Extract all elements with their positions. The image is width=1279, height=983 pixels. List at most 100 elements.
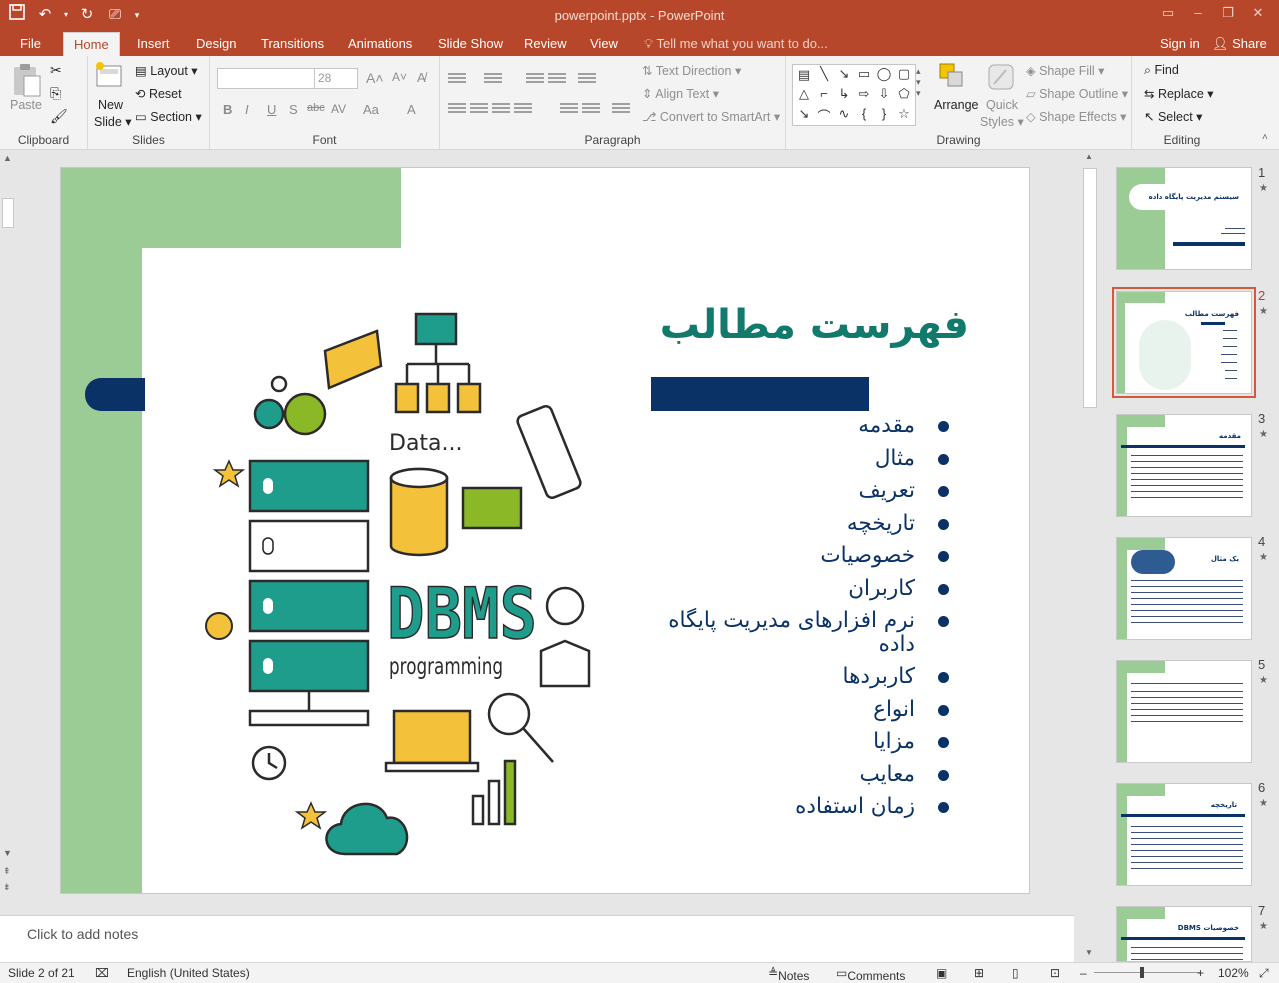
zoom-in-icon[interactable]: + <box>1197 966 1204 980</box>
section-button[interactable]: ▭ Section ▾ <box>135 109 202 124</box>
notes-placeholder[interactable]: Click to add notes <box>27 926 138 942</box>
slide-thumbnail[interactable]: سیستم مدیریت پایگاه داده <box>1116 167 1252 270</box>
font-size-field[interactable]: 28 <box>314 68 358 89</box>
slide-title[interactable]: فهرست مطالب <box>621 302 969 348</box>
slide-thumbnail[interactable]: تاریخچه <box>1116 783 1252 886</box>
quick-styles-label-2[interactable]: Styles ▾ <box>980 114 1024 129</box>
zoom-slider-thumb[interactable] <box>1140 967 1144 978</box>
previous-slide-icon[interactable]: ⇞ <box>3 866 11 877</box>
arrow-shape-icon[interactable]: ↘ <box>834 66 854 82</box>
curve-shape-icon[interactable]: ↘ <box>794 106 814 122</box>
language-indicator[interactable]: English (United States) <box>127 966 250 980</box>
shrink-font-icon[interactable]: A˅ <box>392 70 407 84</box>
underline-button[interactable]: U <box>267 102 276 117</box>
tab-animations[interactable]: Animations <box>338 32 422 56</box>
reset-button[interactable]: ⟲ Reset <box>135 86 182 101</box>
textbox-shape-icon[interactable]: ▤ <box>794 67 814 83</box>
text-direction-button[interactable]: ⇅ Text Direction ▾ <box>642 63 741 78</box>
normal-view-icon[interactable]: ▣ <box>936 966 947 980</box>
thumbnail-scroll-thumb[interactable] <box>1083 168 1097 408</box>
comments-toggle[interactable]: ▭ Comments <box>836 966 905 983</box>
slide-thumbnail[interactable]: یک مثال <box>1116 537 1252 640</box>
scroll-down-icon[interactable]: ▼ <box>3 848 12 858</box>
strikethrough-button[interactable]: abc <box>307 102 325 114</box>
editor-scrollbar[interactable]: ▲ ▼ ⇞ ⇟ <box>0 150 17 910</box>
select-button[interactable]: ↖ Select ▾ <box>1144 109 1202 124</box>
slide-canvas[interactable]: فهرست مطالب مقدمه مثال تعریف تاریخچه خصو… <box>60 167 1030 894</box>
thumb-scroll-up-icon[interactable]: ▲ <box>1085 152 1093 161</box>
shape-fill-button[interactable]: ◈ Shape Fill ▾ <box>1026 63 1104 78</box>
rectangle-shape-icon[interactable]: ▭ <box>854 66 874 82</box>
thumb-scroll-down-icon[interactable]: ▼ <box>1085 948 1093 957</box>
slide-thumbnail-selected[interactable]: فهرست مطالب <box>1112 287 1256 398</box>
triangle-shape-icon[interactable]: △ <box>794 86 814 102</box>
quick-styles-icon[interactable] <box>986 62 1020 92</box>
new-slide-label-2[interactable]: Slide ▾ <box>94 114 132 129</box>
line-spacing-icon[interactable] <box>578 73 596 85</box>
scroll-thumb[interactable] <box>2 198 14 228</box>
change-case-button[interactable]: Aa <box>363 102 379 117</box>
next-slide-icon[interactable]: ⇟ <box>3 882 11 893</box>
grow-font-icon[interactable]: A˄ <box>366 70 384 86</box>
align-left-icon[interactable] <box>448 103 466 115</box>
thumbnail-scrollbar[interactable]: ▲ ▼ <box>1081 150 1097 962</box>
convert-smartart-button[interactable]: ⎇ Convert to SmartArt ▾ <box>642 109 780 124</box>
align-right-icon[interactable] <box>492 103 510 115</box>
down-arrow-shape-icon[interactable]: ⇩ <box>874 86 894 102</box>
tab-review[interactable]: Review <box>514 32 577 56</box>
format-painter-icon[interactable]: 🖌︎ <box>50 108 68 125</box>
arrange-icon[interactable] <box>938 62 972 92</box>
quick-styles-label[interactable]: Quick <box>986 98 1018 112</box>
fit-to-window-icon[interactable]: ⤢ <box>1259 966 1269 981</box>
paste-button[interactable]: Paste <box>10 98 42 112</box>
arc-shape-icon[interactable]: ⌒ <box>814 106 834 125</box>
tab-insert[interactable]: Insert <box>127 32 180 56</box>
star-shape-icon[interactable]: ☆ <box>894 106 914 122</box>
shadow-button[interactable]: S <box>289 102 298 117</box>
tab-slide-show[interactable]: Slide Show <box>428 32 513 56</box>
sign-in-link[interactable]: Sign in <box>1160 32 1200 55</box>
cut-icon[interactable]: ✂ <box>50 62 62 79</box>
restore-icon[interactable]: ❐ <box>1213 2 1243 24</box>
tab-view[interactable]: View <box>580 32 628 56</box>
align-text-button[interactable]: ⇕ Align Text ▾ <box>642 86 719 101</box>
elbow-arrow-icon[interactable]: ↳ <box>834 86 854 102</box>
tab-file[interactable]: File <box>10 32 51 56</box>
italic-button[interactable]: I <box>245 102 249 117</box>
notes-toggle[interactable]: ≜ Notes <box>768 966 809 983</box>
contents-list[interactable]: مقدمه مثال تعریف تاریخچه خصوصیات کاربران… <box>641 410 951 824</box>
tell-me-box[interactable]: 💡︎ Tell me what you want to do... <box>644 32 828 55</box>
pentagon-shape-icon[interactable]: ⬠ <box>894 86 914 102</box>
right-arrow-shape-icon[interactable]: ⇨ <box>854 86 874 102</box>
spell-check-icon[interactable]: ⌧ <box>95 966 109 980</box>
rounded-rect-shape-icon[interactable]: ▢ <box>894 66 914 82</box>
slide-thumbnail[interactable]: خصوصیات DBMS <box>1116 906 1252 962</box>
decrease-indent-icon[interactable] <box>526 73 544 85</box>
ltr-icon[interactable] <box>582 103 600 115</box>
clear-formatting-icon[interactable]: A̸ <box>417 70 426 85</box>
zoom-level[interactable]: 102% <box>1218 966 1249 980</box>
shape-outline-button[interactable]: ▱ Shape Outline ▾ <box>1026 86 1128 101</box>
oval-shape-icon[interactable]: ◯ <box>874 66 894 82</box>
tab-transitions[interactable]: Transitions <box>251 32 334 56</box>
line-shape-icon[interactable]: ╲ <box>814 66 834 82</box>
reading-view-icon[interactable]: ▯ <box>1012 966 1019 980</box>
slide-thumbnail[interactable]: مقدمه <box>1116 414 1252 517</box>
char-spacing-button[interactable]: AV <box>331 102 346 116</box>
ribbon-display-icon[interactable]: ▭ <box>1153 2 1183 24</box>
tab-home[interactable]: Home <box>63 32 120 56</box>
slide-show-icon[interactable]: ⊡ <box>1050 966 1060 980</box>
collapse-ribbon-icon[interactable]: ˄ <box>1262 132 1268 143</box>
dbms-illustration[interactable]: Data... DBMS programming <box>201 306 611 866</box>
freeform-shape-icon[interactable]: ∿ <box>834 106 854 122</box>
shapes-scroll-icon[interactable]: ▴ ▾ ▾ <box>916 66 928 99</box>
slide-sorter-icon[interactable]: ⊞ <box>974 966 984 980</box>
shapes-gallery[interactable]: ▤ ╲ ↘ ▭ ◯ ▢ △ ⌐ ↳ ⇨ ⇩ ⬠ ↘ ⌒ ∿ { } ☆ <box>792 64 916 126</box>
share-button[interactable]: 👤︎ Share <box>1212 32 1267 55</box>
bullets-icon[interactable] <box>448 73 466 85</box>
tab-design[interactable]: Design <box>186 32 246 56</box>
font-color-button[interactable]: A <box>407 102 416 117</box>
copy-icon[interactable]: ⎘ <box>50 85 61 102</box>
slide-thumbnail[interactable] <box>1116 660 1252 763</box>
align-center-icon[interactable] <box>470 103 488 115</box>
